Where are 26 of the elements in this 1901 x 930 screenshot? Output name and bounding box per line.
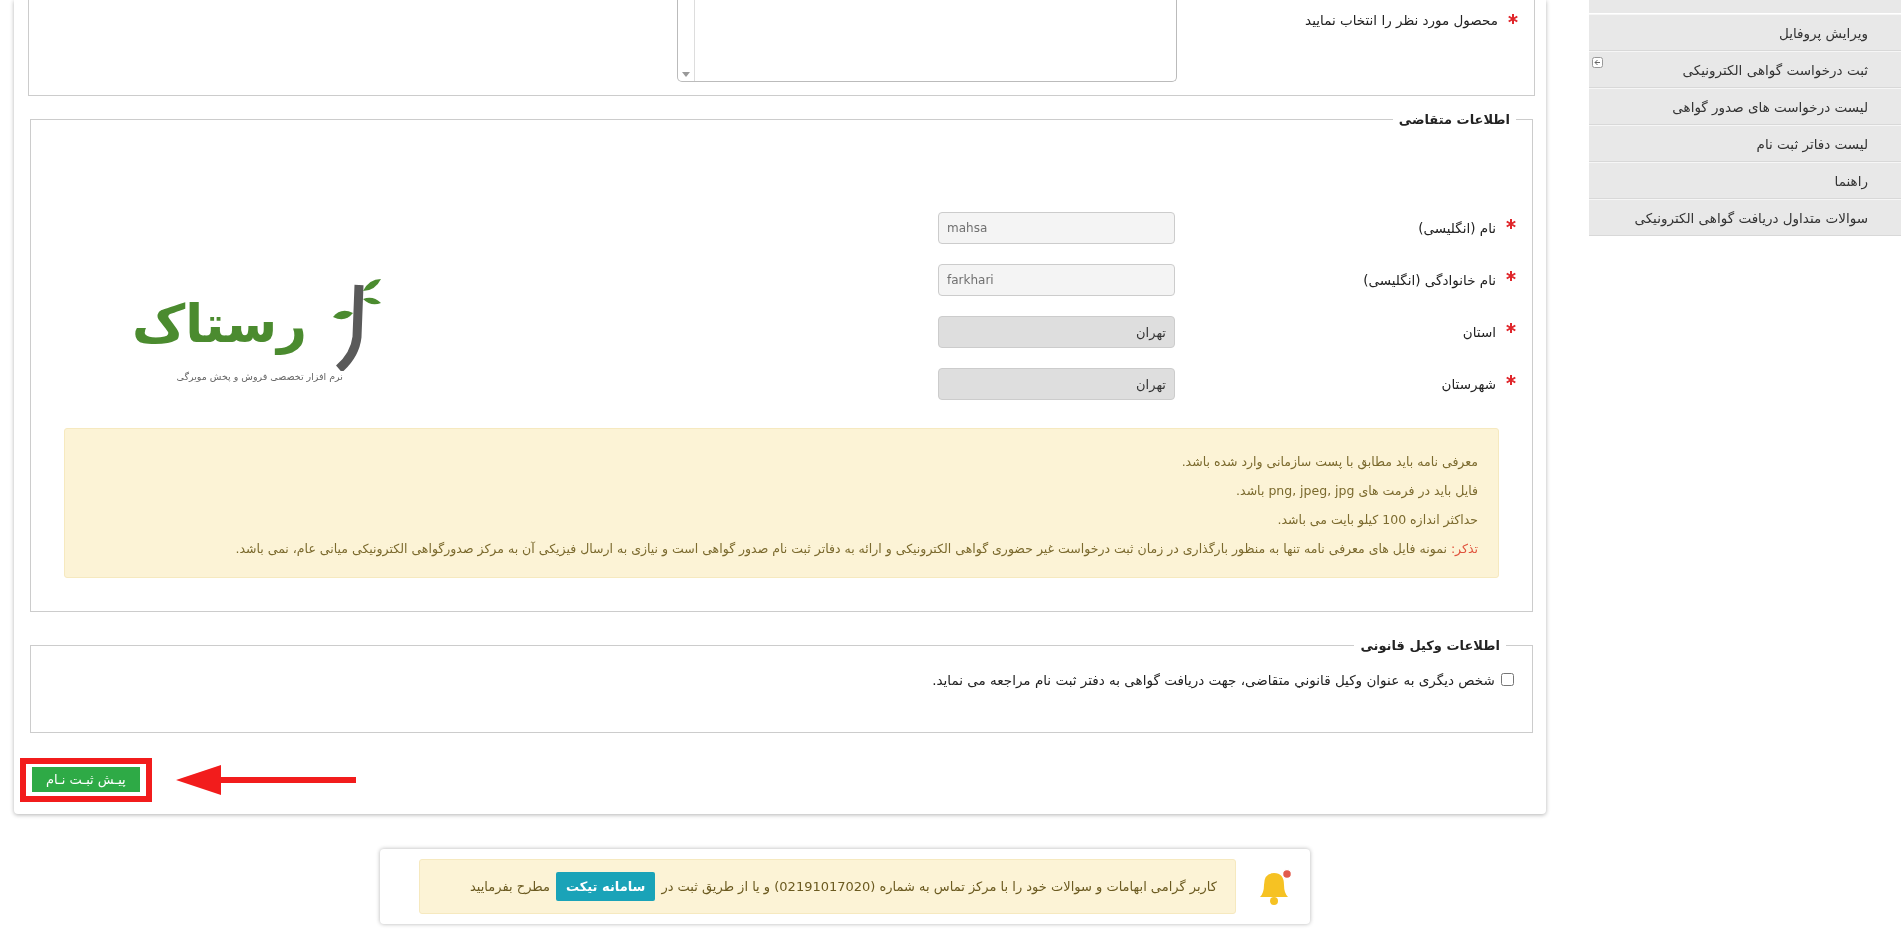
sidebar-item[interactable]: راهنما — [1589, 162, 1901, 199]
expand-icon[interactable] — [1592, 57, 1603, 68]
help-text: کاربر گرامی ابهامات و سوالات خود را با مرکز تماس به شماره (02191017020) و یا از طریق ثبت در — [661, 879, 1217, 894]
sidebar-item[interactable]: لیست درخواست های صدور گواهی — [1589, 88, 1901, 125]
field-label: نام (انگلیسی) — [1418, 220, 1497, 236]
note-text: معرفی نامه باید مطابق با پست سازمانی وارد شده باشد. — [1180, 453, 1478, 472]
help-text: مطرح بفرمایید — [470, 879, 550, 894]
sidebar-item[interactable]: لیست دفاتر ثبت نام — [1589, 125, 1901, 162]
field-label: استان — [1462, 324, 1497, 340]
field-label: نام خانوادگی (انگلیسی) — [1363, 272, 1497, 288]
checkbox[interactable] — [1500, 673, 1514, 687]
note-text: فایل باید در فرمت های png, jpeg, jpg باشد. — [1235, 482, 1478, 501]
warning-text: تذکر: نمونه فایل های معرفی نامه تنها به منظور بارگذاری در زمان ثبت درخواست غیر حضوری گواهی الکترونیکی و ارائه به دفاتر ثبت نام صدور گواهی است و نیازی به ارسال فیزیکی آن به مرکز صدورگواهی الکترونیکی میانی عام، نمی باشد. — [234, 540, 1478, 559]
checkbox-label: شخص دیگری به عنوان وکیل قانوني متقاضی، جهت دریافت گواهی به دفتر ثبت نام مراجعه می نماید. — [932, 671, 1495, 688]
sidebar-item[interactable]: ویرایش پروفایل — [1589, 14, 1901, 51]
scroll-down-icon[interactable] — [682, 72, 690, 77]
input-field[interactable]: farkhari — [938, 264, 1175, 296]
section-title: اطلاعات وکیل قانونی — [1359, 638, 1501, 653]
input-field[interactable]: mahsa — [938, 212, 1175, 244]
field-label: محصول مورد نظر را انتخاب نمایید — [1305, 12, 1499, 28]
field-label: شهرستان — [1441, 376, 1497, 392]
sidebar-item[interactable]: سوالات متداول دریافت گواهی الکترونیکی — [1589, 199, 1901, 236]
sidebar-item[interactable]: ثبت درخواست گواهی الکترونیکی — [1589, 51, 1901, 88]
logo-tagline: نرم افزار تخصصی فروش و پخش مویرگی — [176, 371, 343, 382]
section-title: اطلاعات متقاضی — [1397, 112, 1511, 127]
note-text: حداکثر اندازه 100 کیلو بایت می باشد. — [1276, 511, 1478, 530]
